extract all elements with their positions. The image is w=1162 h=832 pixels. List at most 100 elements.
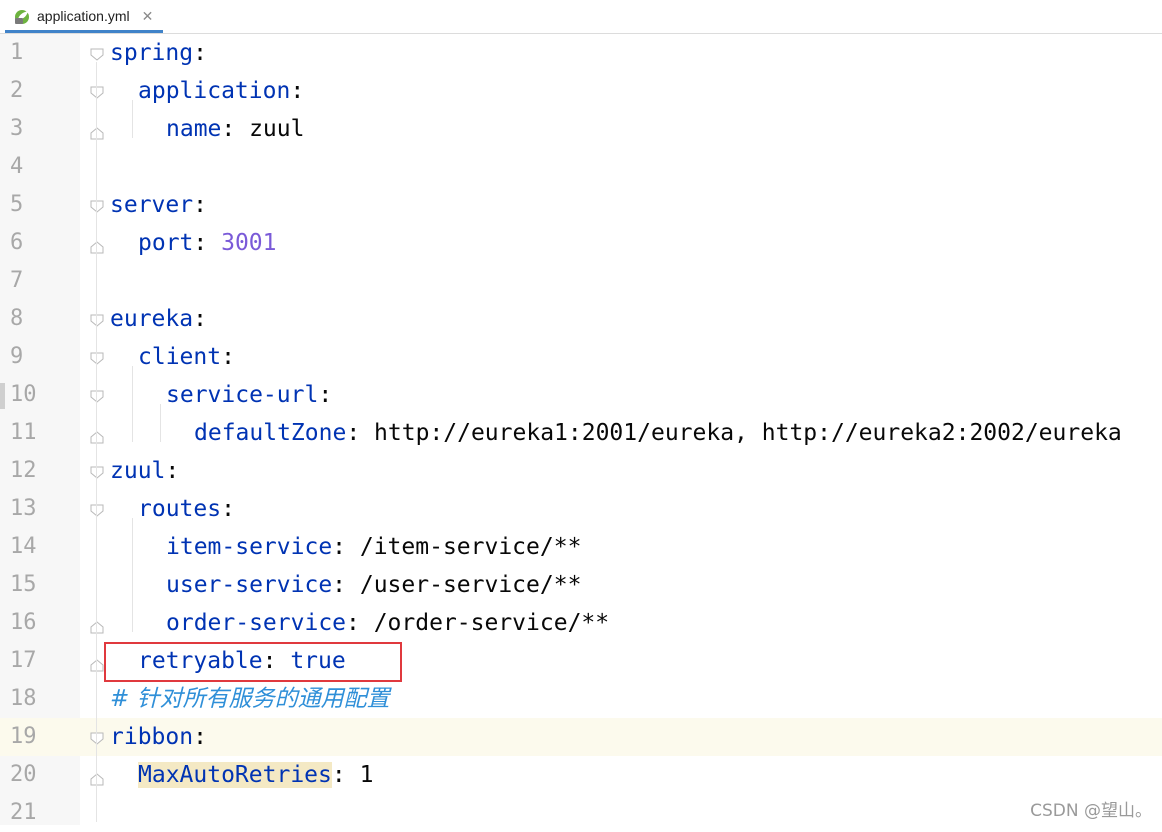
line-number: 8 — [10, 306, 24, 331]
yaml-key: routes — [138, 496, 222, 522]
yaml-key: defaultZone — [194, 420, 347, 446]
yaml-value: : 1 — [331, 762, 374, 788]
yaml-key: user-service — [166, 572, 333, 598]
line-number: 19 — [10, 724, 37, 749]
indent-guide — [160, 404, 161, 442]
code-line[interactable]: 1 spring: — [0, 34, 1162, 72]
yaml-value: : — [221, 496, 235, 522]
code-text: service-url: — [166, 376, 332, 414]
yaml-key: client — [138, 344, 222, 370]
code-line[interactable]: 18 # 针对所有服务的通用配置 — [0, 680, 1162, 718]
code-text: eureka: — [110, 300, 207, 338]
code-text: port: 3001 — [138, 224, 276, 262]
code-text: item-service: /item-service/** — [166, 528, 581, 566]
fold-open-icon[interactable] — [89, 300, 105, 338]
code-line[interactable]: 6 port: 3001 — [0, 224, 1162, 262]
fold-open-icon[interactable] — [89, 718, 105, 756]
code-text: defaultZone: http://eureka1:2001/eureka,… — [194, 414, 1122, 452]
line-number: 1 — [10, 40, 24, 65]
yaml-key: spring — [110, 40, 194, 66]
fold-open-icon[interactable] — [89, 490, 105, 528]
fold-end-icon[interactable] — [89, 414, 105, 452]
line-number: 6 — [10, 230, 24, 255]
code-text: # 针对所有服务的通用配置 — [110, 680, 390, 718]
yaml-value: : /user-service/** — [332, 572, 582, 598]
yaml-value: : — [193, 40, 207, 66]
yaml-key: port — [138, 230, 194, 256]
fold-end-icon[interactable] — [89, 224, 105, 262]
fold-end-icon[interactable] — [89, 756, 105, 794]
code-text: name: zuul — [166, 110, 304, 148]
fold-end-icon[interactable] — [89, 110, 105, 148]
code-line[interactable]: 19 ribbon: — [0, 718, 1162, 756]
code-line[interactable]: 7 — [0, 262, 1162, 300]
fold-open-icon[interactable] — [89, 186, 105, 224]
indent-guide — [96, 62, 97, 822]
line-number: 18 — [10, 686, 37, 711]
indent-guide — [132, 518, 133, 632]
code-line[interactable]: 2 application: — [0, 72, 1162, 110]
code-text: zuul: — [110, 452, 179, 490]
yaml-value: : — [290, 78, 305, 104]
code-text: ribbon: — [110, 718, 207, 756]
code-text: MaxAutoRetries: 1 — [138, 756, 373, 794]
editor-tab-bar: application.yml ✕ — [0, 0, 1162, 34]
fold-open-icon[interactable] — [89, 338, 105, 376]
yaml-value: : — [318, 382, 333, 408]
yaml-key: eureka — [110, 306, 194, 332]
code-line[interactable]: 20 MaxAutoRetries: 1 — [0, 756, 1162, 794]
line-number: 9 — [10, 344, 24, 369]
yaml-key: ribbon — [110, 724, 194, 750]
code-text: client: — [138, 338, 235, 376]
code-line[interactable]: 16 order-service: /order-service/** — [0, 604, 1162, 642]
highlight-box — [104, 642, 402, 682]
line-number: 4 — [10, 154, 24, 179]
code-line[interactable]: 4 — [0, 148, 1162, 186]
code-line[interactable]: 14 item-service: /item-service/** — [0, 528, 1162, 566]
fold-end-icon[interactable] — [89, 642, 105, 680]
code-line[interactable]: 12 zuul: — [0, 452, 1162, 490]
close-icon[interactable]: ✕ — [142, 8, 154, 25]
code-text: routes: — [138, 490, 235, 528]
fold-open-icon[interactable] — [89, 376, 105, 414]
code-line[interactable]: 10 service-url: — [0, 376, 1162, 414]
fold-open-icon[interactable] — [89, 34, 105, 72]
tab-application-yml[interactable]: application.yml ✕ — [5, 2, 164, 33]
line-number: 16 — [10, 610, 37, 635]
line-number: 15 — [10, 572, 37, 597]
yaml-comment: 针对所有服务的通用配置 — [136, 686, 390, 712]
yaml-comment: # — [110, 686, 137, 712]
line-number: 17 — [10, 648, 37, 673]
yaml-value: : — [193, 230, 222, 256]
yaml-key: server — [110, 192, 194, 218]
line-number: 10 — [10, 382, 37, 407]
code-line[interactable]: 21 — [0, 794, 1162, 832]
code-line[interactable]: 3 name: zuul — [0, 110, 1162, 148]
line-number: 2 — [10, 78, 24, 103]
code-line[interactable]: 13 routes: — [0, 490, 1162, 528]
code-line[interactable]: 5 server: — [0, 186, 1162, 224]
line-number: 12 — [10, 458, 37, 483]
line-number: 11 — [10, 420, 37, 445]
line-number: 14 — [10, 534, 37, 559]
fold-end-icon[interactable] — [89, 604, 105, 642]
yaml-value: : — [193, 192, 207, 218]
code-line[interactable]: 15 user-service: /user-service/** — [0, 566, 1162, 604]
yaml-value: : — [165, 458, 180, 484]
yaml-value: : http://eureka1:2001/eureka, http://eur… — [346, 420, 1122, 446]
yaml-number: 3001 — [221, 230, 277, 256]
code-line[interactable]: 9 client: — [0, 338, 1162, 376]
fold-open-icon[interactable] — [89, 452, 105, 490]
yaml-key: name — [166, 116, 222, 142]
code-line[interactable]: 8 eureka: — [0, 300, 1162, 338]
line-number: 21 — [10, 800, 37, 825]
yaml-key: MaxAutoRetries — [138, 762, 332, 788]
fold-open-icon[interactable] — [89, 72, 105, 110]
indent-guide — [132, 366, 133, 442]
spring-leaf-icon — [13, 7, 31, 25]
indent-guide — [132, 100, 133, 138]
code-line[interactable]: 11 defaultZone: http://eureka1:2001/eurek… — [0, 414, 1162, 452]
line-number: 5 — [10, 192, 24, 217]
yaml-key: zuul — [110, 458, 166, 484]
tab-label: application.yml — [37, 8, 130, 24]
